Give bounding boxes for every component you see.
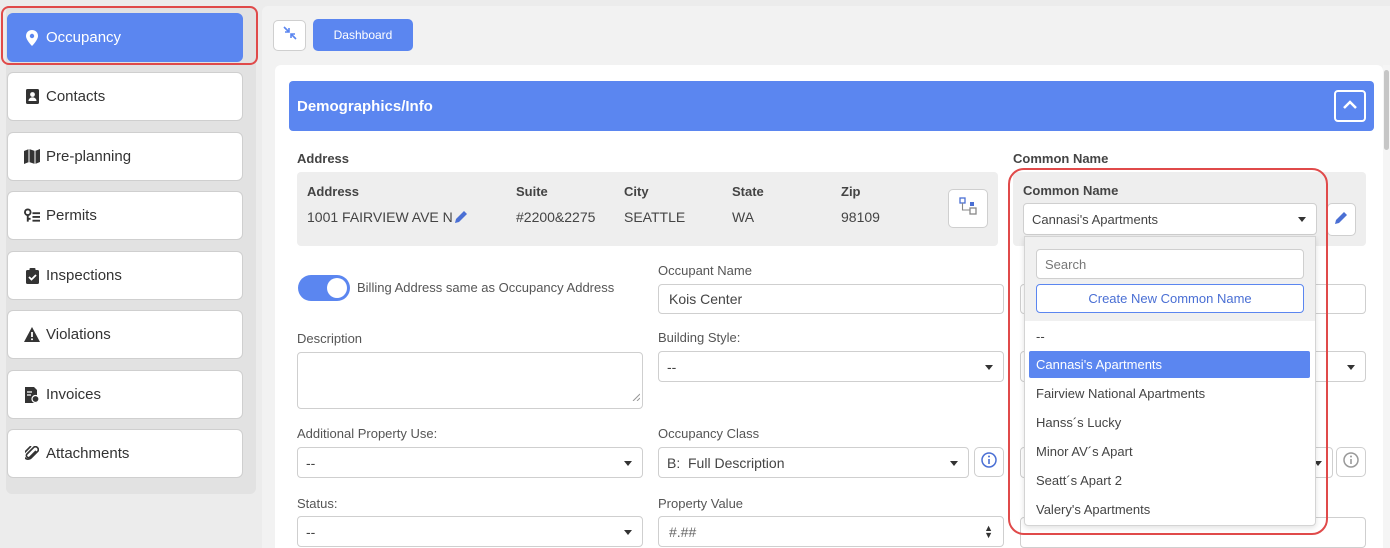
additional-use-label: Additional Property Use:	[297, 426, 438, 441]
occupancy-class-value: B: Full Description	[667, 454, 785, 471]
building-style-label: Building Style:	[658, 330, 741, 345]
sidebar-item-label: Pre-planning	[46, 148, 132, 165]
collapse-arrows-icon	[282, 25, 298, 46]
occupant-name-label: Occupant Name	[658, 263, 752, 278]
description-label: Description	[297, 331, 363, 346]
scrollbar[interactable]	[1383, 65, 1390, 548]
toggle-knob	[327, 278, 347, 298]
address-section-label: Address	[297, 151, 350, 166]
property-value-placeholder: #.##	[669, 523, 697, 540]
state-value: WA	[732, 209, 755, 225]
building-style-value: --	[667, 358, 677, 375]
map-icon	[24, 149, 40, 165]
info-button-right[interactable]	[1336, 447, 1366, 477]
warning-triangle-icon	[24, 327, 40, 343]
pencil-icon	[1334, 210, 1349, 230]
building-style-select[interactable]: --	[658, 351, 1004, 382]
section-title: Demographics/Info	[297, 97, 433, 115]
collapse-sidebar-button[interactable]	[273, 20, 306, 51]
sidebar-item-label: Violations	[46, 326, 111, 343]
address-lookup-button[interactable]	[948, 189, 988, 228]
suite-header: Suite	[516, 184, 548, 199]
sidebar-item-label: Attachments	[46, 445, 130, 462]
sidebar-item-attachments[interactable]: Attachments	[7, 429, 243, 478]
info-icon	[981, 451, 997, 473]
status-label: Status:	[297, 496, 338, 511]
state-header: State	[732, 184, 764, 199]
caret-down-icon	[950, 461, 958, 466]
sidebar-item-violations[interactable]: Violations	[7, 310, 243, 359]
sidebar-item-label: Inspections	[46, 267, 122, 284]
hierarchy-icon	[959, 197, 977, 220]
highlight-outline	[1008, 168, 1328, 535]
sidebar-item-pre-planning[interactable]: Pre-planning	[7, 132, 243, 181]
caret-down-icon	[1347, 365, 1355, 370]
sidebar-item-label: Contacts	[46, 88, 106, 105]
occupancy-class-select[interactable]: B: Full Description	[658, 447, 969, 478]
status-select[interactable]: --	[297, 516, 643, 547]
billing-toggle-label: Billing Address same as Occupancy Addres…	[357, 280, 615, 295]
address-value: 1001 FAIRVIEW AVE N	[307, 209, 453, 225]
resize-handle-icon[interactable]	[632, 388, 641, 406]
sidebar-item-label: Invoices	[46, 386, 102, 403]
city-header: City	[624, 184, 649, 199]
common-name-section-label: Common Name	[1013, 151, 1109, 166]
additional-use-value: --	[306, 454, 316, 471]
occupancy-class-label: Occupancy Class	[658, 426, 760, 441]
occupant-name-input[interactable]: Kois Center	[658, 284, 1004, 314]
pencil-icon[interactable]	[454, 209, 469, 229]
scrollbar-thumb[interactable]	[1384, 70, 1389, 150]
dashboard-button[interactable]: Dashboard	[313, 19, 413, 51]
status-value: --	[306, 523, 316, 540]
sidebar-item-label: Permits	[46, 207, 97, 224]
city-value: SEATTLE	[624, 209, 686, 225]
occupancy-class-info-button[interactable]	[974, 447, 1004, 477]
zip-value: 98109	[841, 209, 880, 225]
additional-use-select[interactable]: --	[297, 447, 643, 478]
edit-common-name-button[interactable]	[1327, 203, 1356, 236]
suite-value: #2200&2275	[516, 209, 596, 225]
occupant-name-value: Kois Center	[669, 291, 743, 307]
section-collapse-button[interactable]	[1334, 90, 1366, 122]
sidebar-item-contacts[interactable]: Contacts	[7, 72, 243, 121]
billing-toggle[interactable]	[298, 275, 350, 301]
info-icon	[1343, 451, 1359, 473]
zip-header: Zip	[841, 184, 861, 199]
clipboard-check-icon	[24, 267, 40, 284]
contact-card-icon	[24, 89, 40, 105]
caret-down-icon	[985, 365, 993, 370]
chevron-up-icon	[1342, 97, 1358, 115]
highlight-outline	[1, 6, 258, 65]
section-header: Demographics/Info	[289, 81, 1374, 131]
sidebar-item-inspections[interactable]: Inspections	[7, 251, 243, 300]
property-value-input[interactable]: #.## ▲ ▼	[658, 516, 1004, 547]
paperclip-icon	[24, 445, 40, 462]
spinner-icon[interactable]: ▲ ▼	[984, 524, 993, 540]
property-value-label: Property Value	[658, 496, 744, 511]
address-header: Address	[307, 184, 360, 199]
sidebar-item-invoices[interactable]: Invoices	[7, 370, 243, 419]
invoice-icon	[24, 386, 40, 403]
key-list-icon	[24, 208, 40, 224]
description-textarea[interactable]	[297, 352, 643, 409]
sidebar-item-permits[interactable]: Permits	[7, 191, 243, 240]
caret-down-icon	[624, 461, 632, 466]
caret-down-icon	[624, 530, 632, 535]
